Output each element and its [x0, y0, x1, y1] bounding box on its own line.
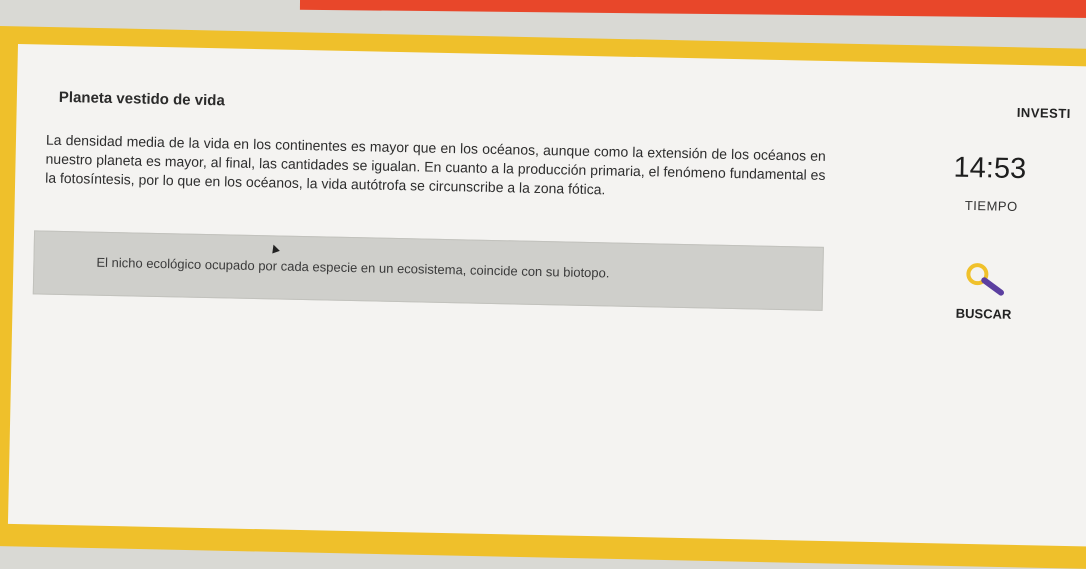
timer-value: 14:53	[953, 151, 1027, 186]
magnifier-icon	[966, 263, 1005, 296]
search-label: BUSCAR	[955, 305, 1012, 322]
question-text: La densidad media de la vida en los cont…	[45, 131, 827, 198]
answer-text: El nicho ecológico ocupado por cada espe…	[96, 254, 610, 281]
top-accent-strip	[299, 0, 1086, 19]
game-card: Planeta vestido de vida La densidad medi…	[7, 44, 1086, 547]
search-button[interactable]: BUSCAR	[946, 260, 1027, 332]
tab-investigar[interactable]: INVESTI	[1017, 105, 1071, 121]
answer-card[interactable]: El nicho ecológico ocupado por cada espe…	[32, 230, 824, 311]
page-title: Planeta vestido de vida	[58, 88, 225, 110]
mouse-cursor-icon	[269, 243, 280, 254]
timer-label: TIEMPO	[964, 197, 1018, 214]
